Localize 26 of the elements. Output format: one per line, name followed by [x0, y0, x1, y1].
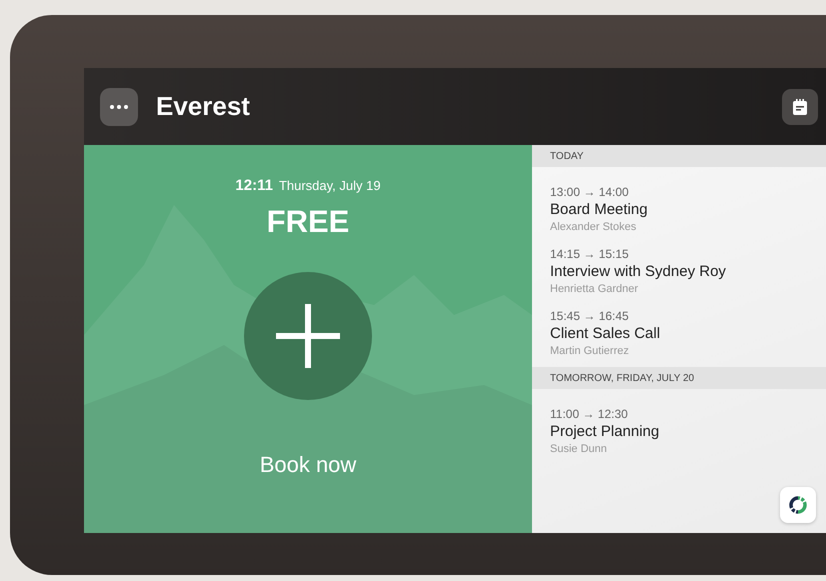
more-icon	[110, 104, 128, 108]
book-now-button[interactable]: Book now	[254, 450, 362, 480]
event-organizer: Martin Gutierrez	[550, 345, 629, 357]
current-time: 12:11	[235, 177, 273, 194]
day-heading: TODAY	[532, 145, 826, 167]
room-status: FREE	[266, 204, 350, 240]
event-title: Interview with Sydney Roy	[550, 263, 726, 280]
plus-icon	[276, 304, 340, 368]
room-name: Everest	[156, 91, 251, 122]
current-date: Thursday, July 19	[278, 178, 381, 193]
app-logo-button[interactable]	[780, 487, 816, 523]
event-title: Project Planning	[550, 423, 660, 440]
event-time: 15:45 → 16:45	[550, 309, 629, 323]
event-organizer: Henrietta Gardner	[550, 283, 638, 295]
day-heading: TOMORROW, FRIDAY, JULY 20	[532, 367, 826, 389]
event-title: Client Sales Call	[550, 325, 660, 342]
event-organizer: Susie Dunn	[550, 443, 607, 455]
event-time: 14:15 → 15:15	[550, 247, 629, 261]
event-title: Board Meeting	[550, 201, 648, 218]
calendar-button[interactable]	[782, 88, 818, 124]
more-button[interactable]	[100, 88, 138, 126]
notepad-icon	[791, 98, 809, 116]
ring-logo-icon	[789, 496, 807, 514]
event-time: 11:00 → 12:30	[550, 407, 628, 421]
event-time: 13:00 → 14:00	[550, 185, 629, 199]
event-organizer: Alexander Stokes	[550, 221, 636, 233]
